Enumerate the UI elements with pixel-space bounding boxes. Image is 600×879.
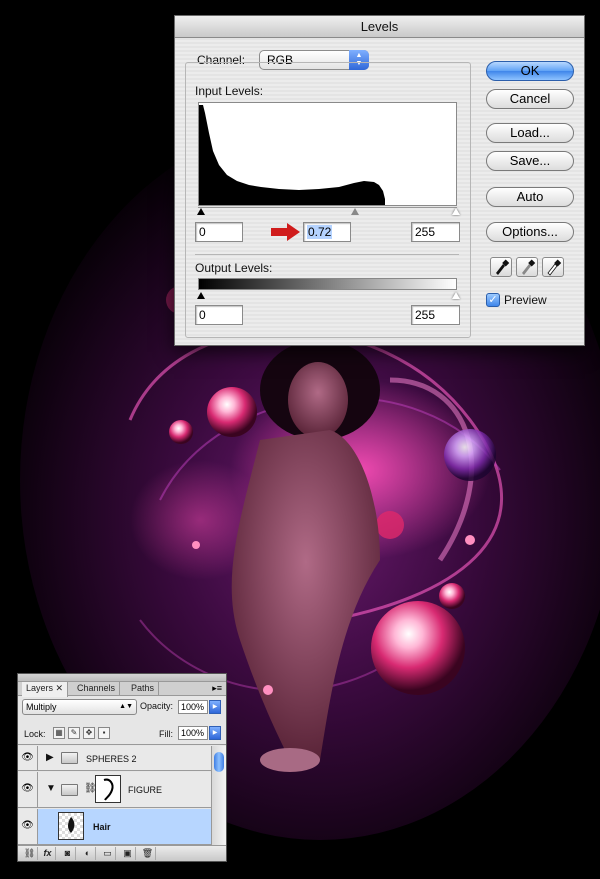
- fill-field[interactable]: 100%: [178, 726, 208, 740]
- fx-icon[interactable]: fx: [40, 847, 56, 860]
- adjustment-layer-icon[interactable]: ◐: [80, 847, 96, 860]
- save-button[interactable]: Save...: [486, 151, 574, 171]
- new-layer-icon[interactable]: ▣: [120, 847, 136, 860]
- output-gradient: [198, 278, 457, 290]
- eye-icon[interactable]: 👁: [18, 772, 38, 807]
- tab-paths[interactable]: Paths: [127, 682, 160, 696]
- output-white-slider[interactable]: [452, 292, 460, 299]
- white-eyedropper-icon[interactable]: [542, 257, 564, 277]
- layers-scrollbar[interactable]: [211, 746, 226, 845]
- blend-mode-select[interactable]: Multiply ▲▼: [22, 699, 137, 715]
- tab-channels[interactable]: Channels: [73, 682, 121, 696]
- input-slider-track: [198, 207, 457, 208]
- layer-name: FIGURE: [128, 785, 163, 795]
- output-black-field[interactable]: 0: [195, 305, 243, 325]
- layer-mask-thumbnail[interactable]: [95, 775, 121, 803]
- histogram-graph: [199, 105, 385, 205]
- black-eyedropper-icon[interactable]: [490, 257, 512, 277]
- ok-button[interactable]: OK: [486, 61, 574, 81]
- lock-transparent-icon[interactable]: ▦: [53, 727, 65, 739]
- input-black-field[interactable]: 0: [195, 222, 243, 242]
- opacity-label: Opacity:: [140, 701, 174, 711]
- auto-button[interactable]: Auto: [486, 187, 574, 207]
- fill-label: Fill:: [159, 729, 173, 739]
- opacity-field[interactable]: 100%: [178, 700, 208, 714]
- input-gamma-field[interactable]: 0.72: [303, 222, 351, 242]
- folder-icon: [61, 784, 78, 796]
- trash-icon[interactable]: 🗑: [140, 847, 156, 860]
- collapse-arrow-icon[interactable]: ▼: [46, 783, 56, 794]
- panel-menu-icon[interactable]: ▸≡: [212, 683, 222, 694]
- layer-row-spheres-2[interactable]: 👁 ▶ SPHERES 2: [18, 746, 211, 771]
- histogram: [198, 102, 457, 206]
- panel-tabs: Layers ✕ Channels Paths ▸≡: [18, 682, 226, 697]
- link-layers-icon[interactable]: ⛓: [22, 847, 38, 860]
- add-mask-icon[interactable]: ◙: [60, 847, 76, 860]
- eye-icon[interactable]: 👁: [18, 809, 38, 844]
- divider: [195, 254, 459, 255]
- output-black-slider[interactable]: [197, 292, 205, 299]
- lock-image-icon[interactable]: ✎: [68, 727, 80, 739]
- cancel-button[interactable]: Cancel: [486, 89, 574, 109]
- input-black-slider[interactable]: [197, 208, 205, 215]
- expand-arrow-icon[interactable]: ▶: [46, 752, 54, 763]
- input-levels-label: Input Levels:: [195, 84, 264, 98]
- layer-name: Hair: [93, 822, 111, 832]
- input-white-field[interactable]: 255: [411, 222, 460, 242]
- new-group-icon[interactable]: ▭: [100, 847, 116, 860]
- eye-icon[interactable]: 👁: [18, 746, 38, 770]
- chevron-down-icon: ▲▼: [119, 703, 133, 710]
- gray-eyedropper-icon[interactable]: [516, 257, 538, 277]
- close-icon[interactable]: ✕: [56, 683, 64, 693]
- opacity-arrow-icon[interactable]: ▶: [209, 700, 221, 714]
- dialog-title: Levels: [175, 16, 584, 38]
- output-levels-label: Output Levels:: [195, 261, 273, 275]
- output-white-field[interactable]: 255: [411, 305, 460, 325]
- options-button[interactable]: Options...: [486, 222, 574, 242]
- load-button[interactable]: Load...: [486, 123, 574, 143]
- lock-label: Lock:: [24, 729, 46, 739]
- levels-dialog: Levels Channel: RGB ▲ ▼ Input Levels: 0 0…: [174, 15, 585, 346]
- preview-checkbox[interactable]: ✓: [486, 293, 500, 307]
- lock-position-icon[interactable]: ✥: [83, 727, 95, 739]
- fill-arrow-icon[interactable]: ▶: [209, 726, 221, 740]
- input-gamma-slider[interactable]: [351, 208, 359, 215]
- layer-thumbnail[interactable]: [58, 812, 84, 840]
- layer-row-hair[interactable]: 👁 Hair: [18, 809, 211, 845]
- layer-row-figure[interactable]: 👁 ▼ ⛓ FIGURE: [18, 772, 211, 808]
- scrollbar-thumb[interactable]: [214, 752, 224, 772]
- preview-label: Preview: [504, 293, 547, 307]
- lock-all-icon[interactable]: ▪: [98, 727, 110, 739]
- red-arrow-icon: [271, 223, 300, 241]
- panel-title-strip[interactable]: [18, 674, 226, 682]
- layer-name: SPHERES 2: [86, 754, 137, 764]
- tab-layers[interactable]: Layers ✕: [22, 682, 69, 697]
- input-white-slider[interactable]: [452, 208, 460, 215]
- layers-bottom-bar: ⛓ fx ◙ ◐ ▭ ▣ 🗑: [18, 845, 226, 861]
- divider: [18, 744, 226, 745]
- folder-icon: [61, 752, 78, 764]
- layers-panel: Layers ✕ Channels Paths ▸≡ Multiply ▲▼ O…: [17, 673, 227, 862]
